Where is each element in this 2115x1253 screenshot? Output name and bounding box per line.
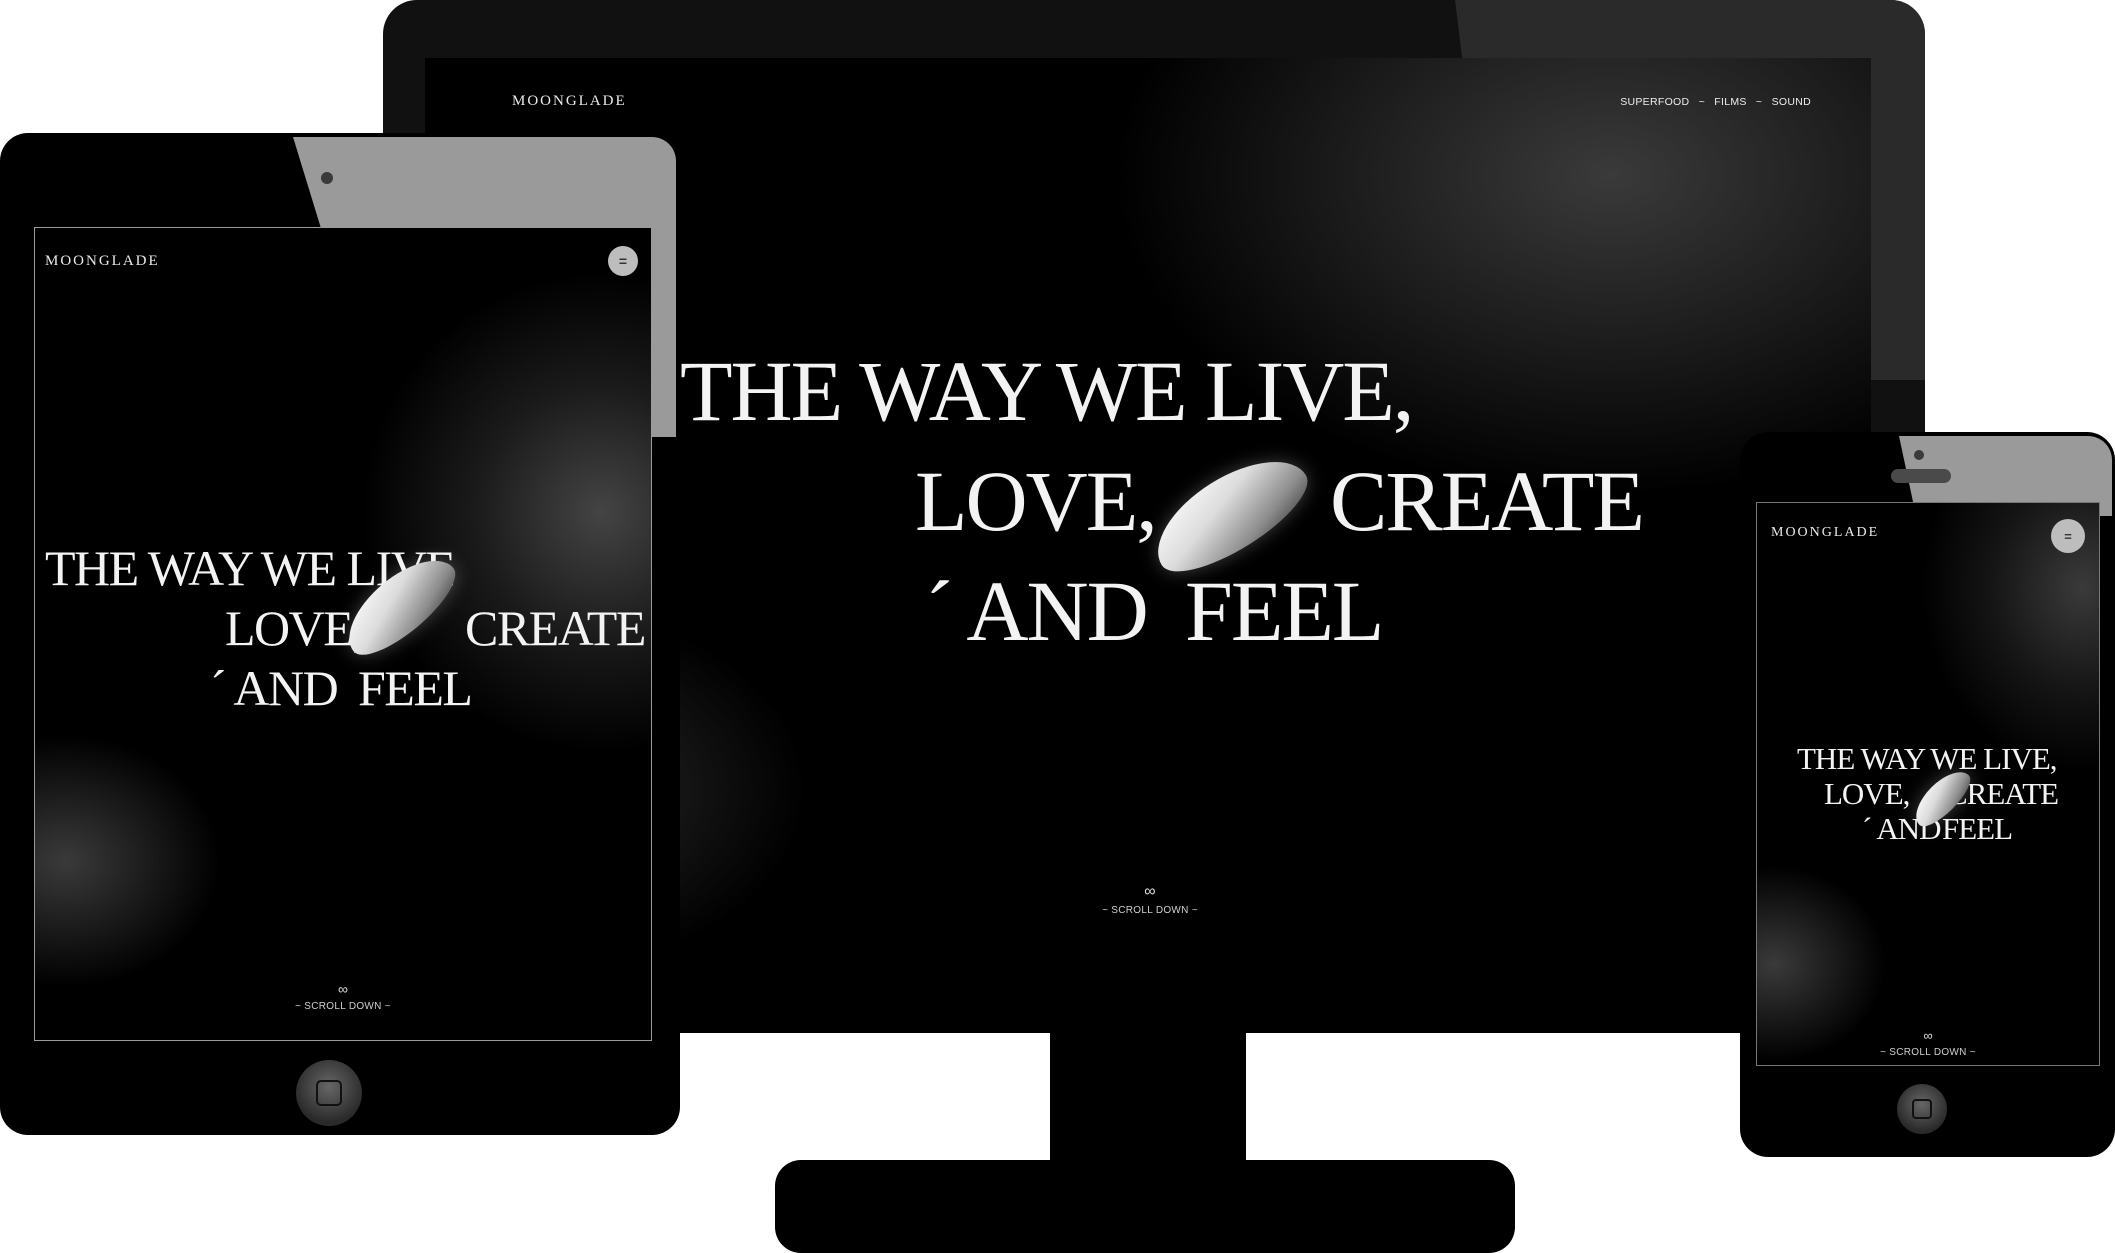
desktop-headline-line3b: FEEL [1185,563,1384,659]
desktop-headline-line2b: CREATE [1330,453,1645,549]
desktop-nav: SUPERFOOD ~ FILMS ~ SOUND [1620,96,1811,108]
phone-headline-line3b: FEEL [1942,811,2013,846]
phone-camera-icon [1914,450,1924,460]
tablet-camera-icon [321,172,333,184]
desktop-headline-line1: THE WAY WE LIVE, [680,343,1414,439]
desktop-headline-line2a: LOVE, [915,453,1158,549]
infinity-icon: ∞ [1923,1028,1933,1043]
monitor-neck [1050,1030,1246,1165]
tablet-headline-line2b: CREATE [465,600,646,656]
home-square-icon [1912,1099,1932,1119]
nav-link-superfood[interactable]: SUPERFOOD [1620,96,1689,108]
tablet-headline-line2a: LOVE, [225,600,365,656]
monitor-stand [775,1160,1515,1253]
phone-menu-button[interactable]: = [2051,519,2085,553]
nav-link-films[interactable]: FILMS [1714,96,1746,108]
tablet-screen: MOONGLADE = THE WAY WE LIVE LOVE, CREATE… [34,227,652,1041]
nav-separator: ~ [1698,96,1706,108]
phone-headline-line2a: LOVE, [1824,776,1910,811]
home-square-icon [316,1080,342,1106]
phone-logo[interactable]: MOONGLADE [1771,525,1879,541]
desktop-logo[interactable]: MOONGLADE [512,93,627,110]
nav-separator: ~ [1755,96,1763,108]
phone-headline-line1: THE WAY WE LIVE, [1797,741,2058,776]
scroll-down-label[interactable]: ~ SCROLL DOWN ~ [1848,1047,2008,1058]
nav-link-sound[interactable]: SOUND [1772,96,1811,108]
tablet-logo[interactable]: MOONGLADE [45,253,160,270]
tablet-headline-line3b: FEEL [358,660,473,716]
phone-speaker [1891,469,1951,483]
scroll-down-label[interactable]: ~ SCROLL DOWN ~ [263,1001,423,1012]
phone-screen: MOONGLADE = THE WAY WE LIVE, LOVE, CREAT… [1756,502,2100,1066]
tablet-menu-button[interactable]: = [608,246,638,276]
scroll-down-label[interactable]: ~ SCROLL DOWN ~ [1070,905,1230,916]
infinity-icon: ∞ [1144,883,1156,900]
infinity-icon: ∞ [338,981,348,997]
tablet-headline-line3a: ´ AND [210,660,339,716]
desktop-headline-line3a: ´ AND [925,563,1149,659]
